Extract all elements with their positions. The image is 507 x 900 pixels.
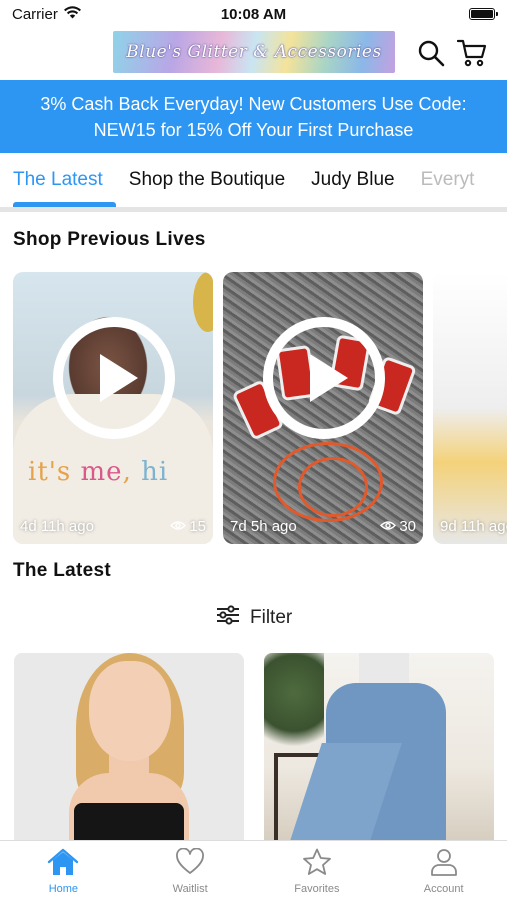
sliders-icon — [216, 605, 240, 631]
thumbnail-graphic — [193, 272, 213, 332]
heart-icon — [175, 847, 205, 879]
star-icon — [302, 848, 332, 879]
previous-lives-carousel[interactable]: it's me, hi 4d 11h ago 15 7d 5h ago 30 9… — [13, 272, 507, 544]
view-count-value: 15 — [189, 518, 206, 535]
status-time: 10:08 AM — [220, 5, 287, 23]
product-image — [74, 803, 184, 843]
filter-button[interactable]: Filter — [216, 602, 292, 634]
search-icon[interactable] — [416, 38, 446, 68]
tabbar-label: Home — [48, 883, 79, 895]
tab-shop-the-boutique[interactable]: Shop the Boutique — [116, 153, 298, 207]
live-video-card[interactable]: 9d 11h ago — [433, 272, 507, 544]
person-icon — [429, 848, 459, 879]
wifi-icon — [63, 5, 81, 23]
bottom-tab-bar: Home Waitlist Favorites Account — [0, 840, 507, 900]
home-icon — [46, 848, 80, 879]
tabbar-account[interactable]: Account — [380, 841, 507, 900]
promo-text: 3% Cash Back Everyday! New Customers Use… — [40, 93, 467, 140]
tab-the-latest[interactable]: The Latest — [0, 153, 116, 207]
view-count-value: 30 — [399, 518, 416, 535]
product-image — [359, 653, 409, 683]
live-video-card[interactable]: 7d 5h ago 30 — [223, 272, 423, 544]
brand-logo[interactable]: Blue's Glitter & Accessories — [113, 31, 395, 73]
status-bar: Carrier 10:08 AM — [0, 0, 507, 28]
thumbnail-graphic — [298, 457, 368, 517]
play-icon[interactable] — [53, 317, 175, 439]
app-header: Blue's Glitter & Accessories — [0, 28, 507, 80]
product-image — [89, 661, 171, 761]
live-video-card[interactable]: it's me, hi 4d 11h ago 15 — [13, 272, 213, 544]
tabs-divider — [0, 207, 507, 212]
product-card[interactable] — [14, 653, 244, 843]
thumbnail-graphic: it's me, hi — [28, 457, 169, 487]
category-tabs: The Latest Shop the Boutique Judy Blue E… — [0, 153, 507, 207]
tab-everything[interactable]: Everyt — [408, 153, 488, 207]
filter-label: Filter — [250, 607, 293, 628]
section-title-previous-lives: Shop Previous Lives — [13, 229, 206, 250]
tabbar-favorites[interactable]: Favorites — [254, 841, 381, 900]
live-age: 9d 11h ago — [440, 518, 507, 535]
brand-logo-text: Blue's Glitter & Accessories — [126, 42, 382, 62]
section-title-the-latest: The Latest — [13, 560, 112, 581]
tabbar-label: Waitlist — [172, 883, 208, 895]
product-image — [264, 653, 324, 763]
tabbar-home[interactable]: Home — [0, 841, 127, 900]
cart-icon[interactable] — [457, 38, 487, 68]
view-count: 15 — [170, 518, 206, 535]
eye-icon — [380, 518, 397, 535]
tabbar-label: Favorites — [294, 883, 340, 895]
battery-icon — [469, 8, 498, 20]
play-icon[interactable] — [263, 317, 385, 439]
promo-banner[interactable]: 3% Cash Back Everyday! New Customers Use… — [0, 80, 507, 153]
view-count: 30 — [380, 518, 416, 535]
tab-judy-blue[interactable]: Judy Blue — [298, 153, 407, 207]
live-age: 7d 5h ago — [230, 518, 297, 535]
tabbar-waitlist[interactable]: Waitlist — [127, 841, 254, 900]
product-card[interactable] — [264, 653, 494, 843]
tabbar-label: Account — [423, 883, 464, 895]
carrier-label: Carrier — [12, 5, 58, 23]
eye-icon — [170, 518, 187, 535]
live-age: 4d 11h ago — [20, 518, 94, 535]
